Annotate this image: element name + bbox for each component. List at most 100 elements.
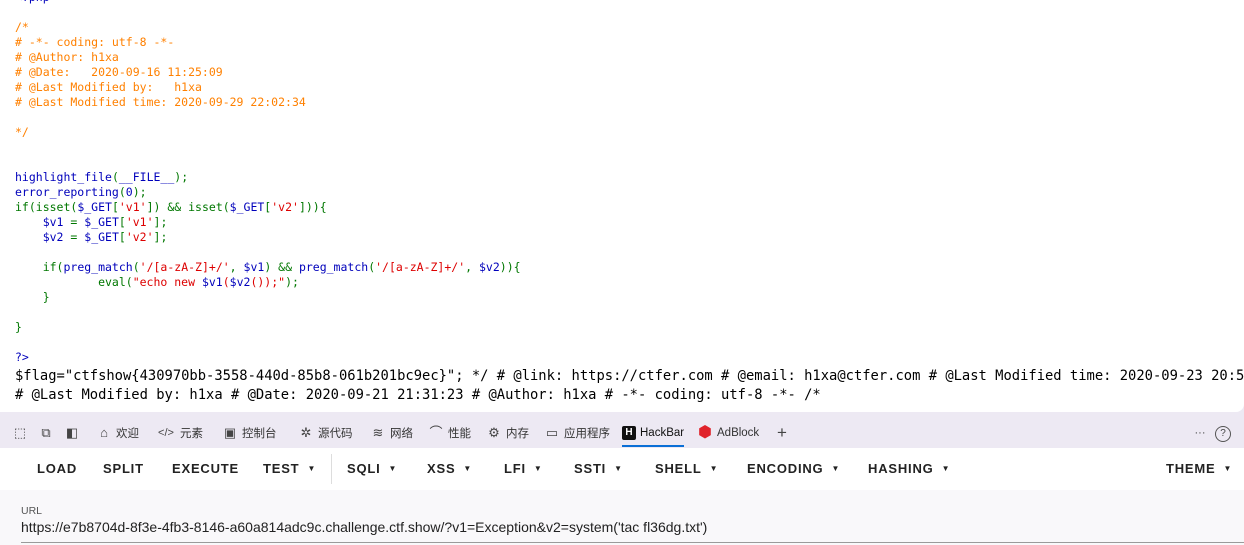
code-token: $v2 xyxy=(42,230,71,244)
theme-label: THEME xyxy=(1166,461,1216,476)
code-token: = xyxy=(70,215,85,229)
hackbar-icon: H xyxy=(622,426,636,440)
lfi-button[interactable]: LFI ▼ xyxy=(504,461,543,476)
code-token: ( xyxy=(132,260,140,274)
add-tab-icon[interactable]: + xyxy=(772,423,792,443)
test-label: TEST xyxy=(263,461,300,476)
code-token: ); xyxy=(285,275,299,289)
code-token: $_GET xyxy=(84,230,119,244)
tab-sources-label: 源代码 xyxy=(318,428,353,440)
help-icon[interactable]: ? xyxy=(1215,426,1231,442)
code-token: # -*- coding: utf-8 -*- xyxy=(15,35,175,49)
theme-button[interactable]: THEME ▼ xyxy=(1166,461,1232,476)
code-token: if(isset( xyxy=(15,200,78,214)
code-token: ]) && isset( xyxy=(146,200,230,214)
code-line: # @Date: 2020-09-16 11:25:09 xyxy=(15,65,521,80)
ssti-button[interactable]: SSTI ▼ xyxy=(574,461,623,476)
code-token: [ xyxy=(118,215,126,229)
dock-icon[interactable]: ◧ xyxy=(62,423,82,443)
tab-memory[interactable]: ⚙ 内存 xyxy=(486,423,529,443)
code-token: ); xyxy=(132,185,147,199)
tab-welcome[interactable]: ⌂ 欢迎 xyxy=(96,423,139,443)
inspect-icon[interactable]: ⬚ xyxy=(10,423,30,443)
code-token: eval( xyxy=(15,275,133,289)
sqli-button[interactable]: SQLI ▼ xyxy=(347,461,397,476)
code-line: ?> xyxy=(15,350,521,365)
code-token: 'v1' xyxy=(125,215,154,229)
tab-hackbar[interactable]: H HackBar xyxy=(622,421,685,447)
code-line: error_reporting(0); xyxy=(15,185,521,200)
code-token: 'v1' xyxy=(118,200,147,214)
tab-network[interactable]: ≋ 网络 xyxy=(370,423,413,443)
code-token: [ xyxy=(111,200,119,214)
tab-application[interactable]: ▭ 应用程序 xyxy=(544,423,610,443)
tab-performance[interactable]: ⌒ 性能 xyxy=(428,423,471,443)
url-input[interactable] xyxy=(21,519,1221,535)
code-token: $_GET xyxy=(84,215,119,229)
code-token: 'v2' xyxy=(125,230,154,244)
tab-memory-label: 内存 xyxy=(506,428,529,440)
tab-console[interactable]: ▣ 控制台 xyxy=(222,423,277,443)
code-token: $_GET xyxy=(229,200,265,214)
code-token: 0 xyxy=(125,185,133,199)
tab-elements[interactable]: </> 元素 xyxy=(156,423,203,443)
encoding-button[interactable]: ENCODING ▼ xyxy=(747,461,840,476)
code-line: # @Last Modified time: 2020-09-29 22:02:… xyxy=(15,95,521,110)
code-line: */ xyxy=(15,125,521,140)
code-token: , xyxy=(465,260,479,274)
code-token: ); xyxy=(174,170,189,184)
split-button[interactable]: SPLIT xyxy=(103,461,144,476)
code-line: /* xyxy=(15,20,521,35)
code-token: # @Date: 2020-09-16 11:25:09 xyxy=(15,65,223,79)
code-token: )){ xyxy=(499,260,521,274)
code-line: } xyxy=(15,320,521,335)
code-token: highlight_file xyxy=(15,170,112,184)
lfi-label: LFI xyxy=(504,461,526,476)
output-line-1: $flag="ctfshow{430970bb-3558-440d-85b8-0… xyxy=(15,368,1244,384)
shell-button[interactable]: SHELL ▼ xyxy=(655,461,718,476)
code-token: <?php xyxy=(15,0,50,4)
code-token: "echo new xyxy=(132,275,202,289)
code-line: eval("echo new $v1($v2());"); xyxy=(15,275,521,290)
encoding-label: ENCODING xyxy=(747,461,824,476)
more-icon[interactable]: ··· xyxy=(1190,423,1210,443)
output-line-2: # @Last Modified by: h1xa # @Date: 2020-… xyxy=(15,387,821,403)
console-icon: ▣ xyxy=(223,425,237,440)
code-token: $v2 xyxy=(479,260,500,274)
load-button[interactable]: LOAD xyxy=(37,461,77,476)
hashing-button[interactable]: HASHING ▼ xyxy=(868,461,950,476)
code-line: # @Author: h1xa xyxy=(15,50,521,65)
code-token: '/[a-zA-Z]+/' xyxy=(139,260,230,274)
xss-button[interactable]: XSS ▼ xyxy=(427,461,472,476)
test-button[interactable]: TEST ▼ xyxy=(263,461,316,476)
code-token: */ xyxy=(15,125,29,139)
tab-sources[interactable]: ✲ 源代码 xyxy=(298,423,353,443)
code-line: $v1 = $_GET['v1']; xyxy=(15,215,521,230)
code-token: $v1 xyxy=(42,215,71,229)
performance-icon: ⌒ xyxy=(429,425,443,440)
tab-performance-label: 性能 xyxy=(448,428,471,440)
tab-welcome-label: 欢迎 xyxy=(116,428,139,440)
tab-elements-label: 元素 xyxy=(180,428,203,440)
code-token: } xyxy=(15,290,50,304)
tab-adblock[interactable]: ⬢ AdBlock xyxy=(697,423,759,443)
code-token: error_reporting xyxy=(15,185,119,199)
application-icon: ▭ xyxy=(545,425,559,440)
chevron-down-icon: ▼ xyxy=(388,464,398,473)
device-icon[interactable]: ⧉ xyxy=(36,423,56,443)
highlighted-source: <?php /*# -*- coding: utf-8 -*-# @Author:… xyxy=(15,0,521,365)
execute-button[interactable]: EXECUTE xyxy=(172,461,239,476)
chevron-down-icon: ▼ xyxy=(1223,464,1233,473)
elements-icon: </> xyxy=(158,427,174,439)
code-token: $v1 xyxy=(201,275,223,289)
code-token: ])){ xyxy=(298,200,327,214)
tab-network-label: 网络 xyxy=(390,428,413,440)
code-token: '/[a-zA-Z]+/' xyxy=(375,260,466,274)
code-token: ]; xyxy=(153,230,168,244)
code-token: # @Last Modified time: 2020-09-29 22:02:… xyxy=(15,95,306,109)
